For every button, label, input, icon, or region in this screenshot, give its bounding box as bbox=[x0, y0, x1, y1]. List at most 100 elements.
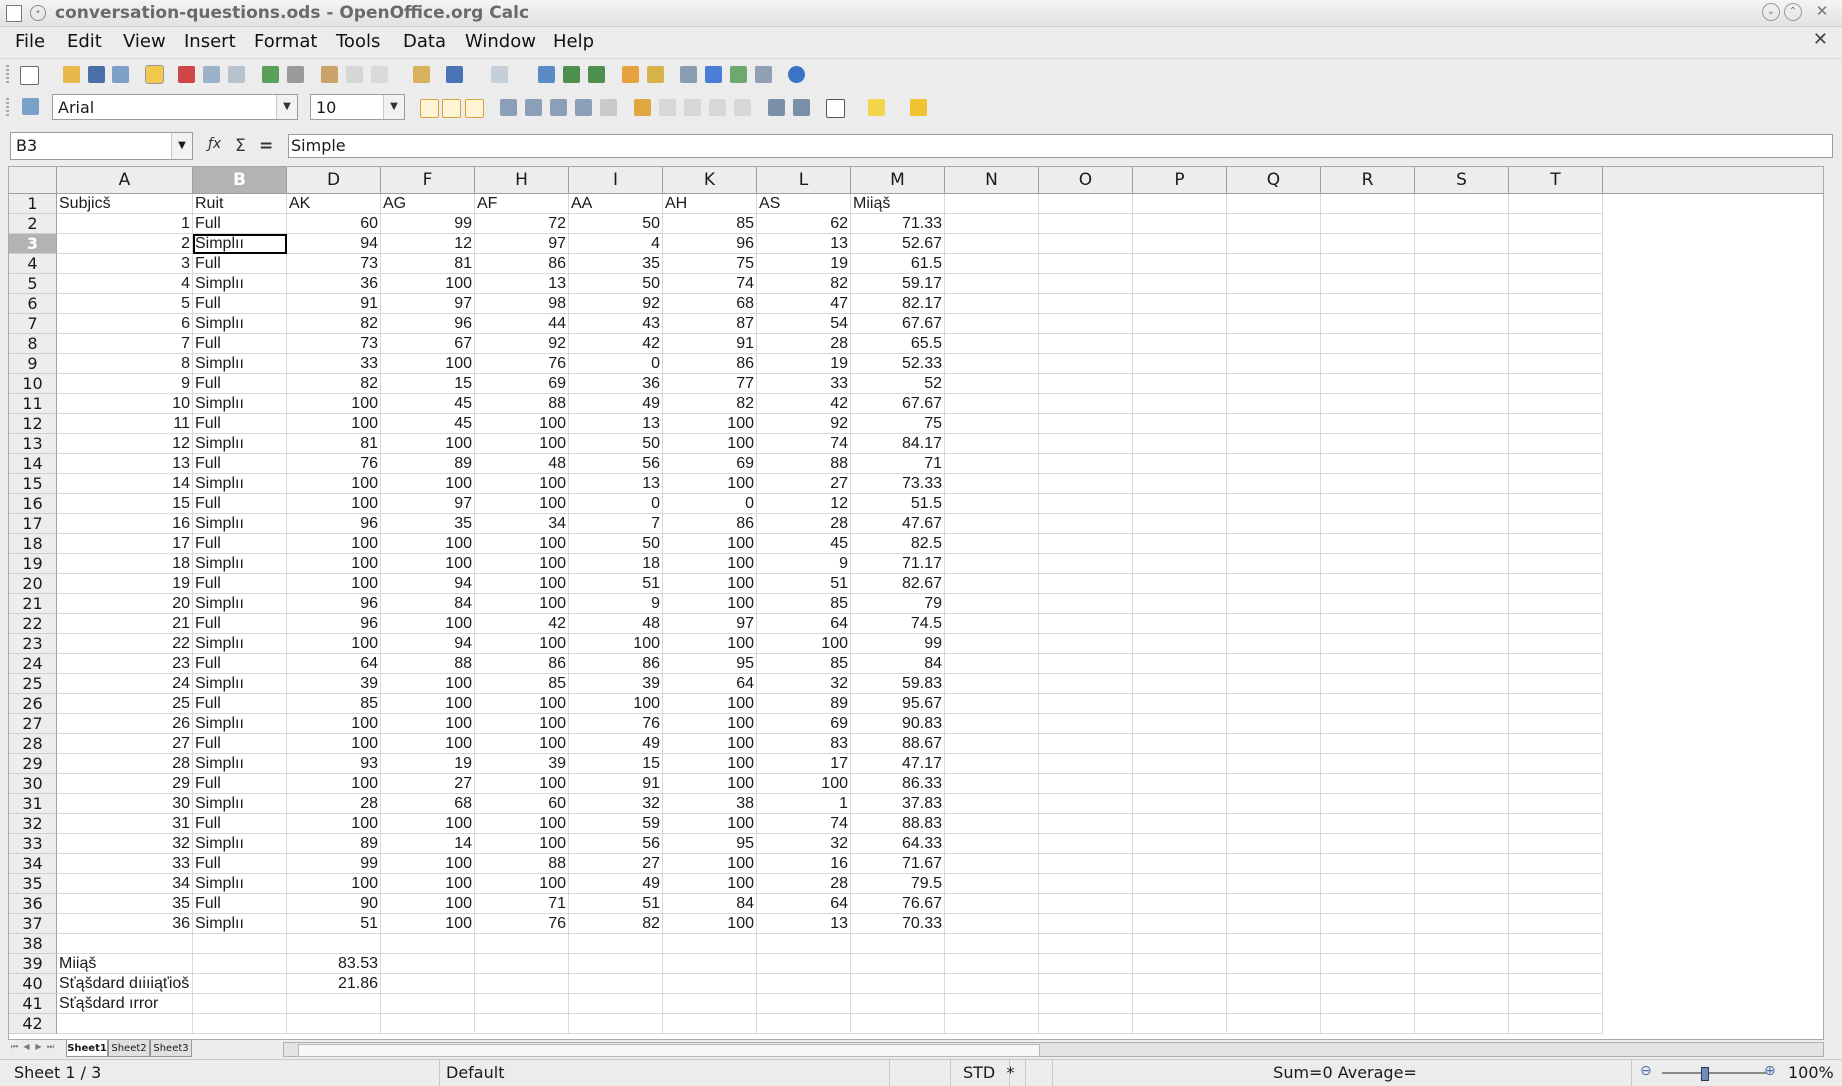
chevron-down-icon[interactable]: ▼ bbox=[171, 133, 192, 159]
grid-cell[interactable] bbox=[1509, 334, 1603, 354]
grid-cell[interactable] bbox=[1227, 574, 1321, 594]
cell-k23[interactable]: 100 bbox=[663, 634, 757, 654]
grid-cell[interactable] bbox=[1227, 634, 1321, 654]
grid-cell[interactable] bbox=[1133, 534, 1227, 554]
cell-h5[interactable]: 13 bbox=[475, 274, 569, 294]
navigator-icon[interactable] bbox=[705, 66, 722, 83]
grid-cell[interactable] bbox=[475, 974, 569, 994]
grid-cell[interactable] bbox=[945, 314, 1039, 334]
grid-cell[interactable] bbox=[1133, 374, 1227, 394]
window-menu-icon[interactable]: • bbox=[30, 5, 46, 21]
cell-m18[interactable]: 82.5 bbox=[851, 534, 945, 554]
cell-b16[interactable]: Full bbox=[193, 494, 287, 514]
cell-b35[interactable]: Simplıı bbox=[193, 874, 287, 894]
row-header-4[interactable]: 4 bbox=[9, 254, 57, 274]
column-header-i[interactable]: I bbox=[569, 167, 663, 193]
cell-a2[interactable]: 1 bbox=[57, 214, 193, 234]
page-preview-icon[interactable] bbox=[228, 66, 245, 83]
grid-cell[interactable] bbox=[1509, 214, 1603, 234]
grid-cell[interactable] bbox=[1039, 314, 1133, 334]
grid-cell[interactable] bbox=[1509, 754, 1603, 774]
cell-f15[interactable]: 100 bbox=[381, 474, 475, 494]
cell-l22[interactable]: 64 bbox=[757, 614, 851, 634]
cell-b6[interactable]: Full bbox=[193, 294, 287, 314]
grid-cell[interactable] bbox=[1039, 474, 1133, 494]
grid-cell[interactable] bbox=[1227, 274, 1321, 294]
grid-cell[interactable] bbox=[1509, 954, 1603, 974]
cell-i34[interactable]: 27 bbox=[569, 854, 663, 874]
cell-a30[interactable]: 29 bbox=[57, 774, 193, 794]
cell-l27[interactable]: 69 bbox=[757, 714, 851, 734]
cell-l12[interactable]: 92 bbox=[757, 414, 851, 434]
grid-cell[interactable] bbox=[757, 994, 851, 1014]
row-header-41[interactable]: 41 bbox=[9, 994, 57, 1014]
cell-a5[interactable]: 4 bbox=[57, 274, 193, 294]
grid-cell[interactable] bbox=[1321, 214, 1415, 234]
cell-k29[interactable]: 100 bbox=[663, 754, 757, 774]
cell-h3[interactable]: 97 bbox=[475, 234, 569, 254]
cell-l6[interactable]: 47 bbox=[757, 294, 851, 314]
grid-cell[interactable] bbox=[1227, 594, 1321, 614]
cell-l13[interactable]: 74 bbox=[757, 434, 851, 454]
page-style[interactable]: Default bbox=[440, 1060, 890, 1086]
cell-l16[interactable]: 12 bbox=[757, 494, 851, 514]
merge-cells-icon[interactable] bbox=[600, 99, 617, 116]
grid-cell[interactable] bbox=[1227, 694, 1321, 714]
cell-d16[interactable]: 100 bbox=[287, 494, 381, 514]
cell-f29[interactable]: 19 bbox=[381, 754, 475, 774]
cell-f25[interactable]: 100 bbox=[381, 674, 475, 694]
row-header-42[interactable]: 42 bbox=[9, 1014, 57, 1034]
cell-l9[interactable]: 19 bbox=[757, 354, 851, 374]
grid-cell[interactable] bbox=[1133, 494, 1227, 514]
grid-cell[interactable] bbox=[1509, 494, 1603, 514]
cell-a17[interactable]: 16 bbox=[57, 514, 193, 534]
grid-cell[interactable] bbox=[1415, 894, 1509, 914]
cell-m37[interactable]: 70.33 bbox=[851, 914, 945, 934]
menu-edit[interactable]: Edit bbox=[67, 31, 102, 52]
row-header-33[interactable]: 33 bbox=[9, 834, 57, 854]
copy-icon[interactable] bbox=[346, 66, 363, 83]
grid-cell[interactable] bbox=[1321, 454, 1415, 474]
grid-cell[interactable] bbox=[1509, 594, 1603, 614]
grid-cell[interactable] bbox=[1321, 754, 1415, 774]
cell-f7[interactable]: 96 bbox=[381, 314, 475, 334]
cell-d9[interactable]: 33 bbox=[287, 354, 381, 374]
grid-cell[interactable] bbox=[57, 934, 193, 954]
grid-cell[interactable] bbox=[1133, 1014, 1227, 1034]
horizontal-scrollbar[interactable] bbox=[283, 1042, 1824, 1057]
cell-i6[interactable]: 92 bbox=[569, 294, 663, 314]
column-header-d[interactable]: D bbox=[287, 167, 381, 193]
menu-window[interactable]: Window bbox=[465, 31, 536, 52]
grid-cell[interactable] bbox=[945, 294, 1039, 314]
grid-cell[interactable] bbox=[1227, 534, 1321, 554]
grid-cell[interactable] bbox=[945, 554, 1039, 574]
row-header-22[interactable]: 22 bbox=[9, 614, 57, 634]
grid-cell[interactable] bbox=[1133, 794, 1227, 814]
column-header-o[interactable]: O bbox=[1039, 167, 1133, 193]
cell-d25[interactable]: 39 bbox=[287, 674, 381, 694]
grid-cell[interactable] bbox=[945, 814, 1039, 834]
row-header-3[interactable]: 3 bbox=[9, 234, 57, 254]
grid-cell[interactable] bbox=[1039, 654, 1133, 674]
grid-cell[interactable] bbox=[1039, 834, 1133, 854]
cell-d3[interactable]: 94 bbox=[287, 234, 381, 254]
cell-d4[interactable]: 73 bbox=[287, 254, 381, 274]
sum-icon[interactable]: Σ bbox=[235, 136, 246, 156]
grid-cell[interactable] bbox=[1133, 674, 1227, 694]
grid-cell[interactable] bbox=[1321, 634, 1415, 654]
cell-d8[interactable]: 73 bbox=[287, 334, 381, 354]
cell-a29[interactable]: 28 bbox=[57, 754, 193, 774]
grid-cell[interactable] bbox=[193, 974, 287, 994]
grid-cell[interactable] bbox=[1133, 574, 1227, 594]
cell-b31[interactable]: Simplıı bbox=[193, 794, 287, 814]
cell-h6[interactable]: 98 bbox=[475, 294, 569, 314]
grid-cell[interactable] bbox=[1321, 574, 1415, 594]
cell-i23[interactable]: 100 bbox=[569, 634, 663, 654]
cell-a12[interactable]: 11 bbox=[57, 414, 193, 434]
grid-cell[interactable] bbox=[1039, 294, 1133, 314]
function-wizard-icon[interactable]: ƒx bbox=[208, 136, 221, 152]
cell-k25[interactable]: 64 bbox=[663, 674, 757, 694]
grid-cell[interactable] bbox=[1509, 714, 1603, 734]
row-header-13[interactable]: 13 bbox=[9, 434, 57, 454]
cell-h31[interactable]: 60 bbox=[475, 794, 569, 814]
